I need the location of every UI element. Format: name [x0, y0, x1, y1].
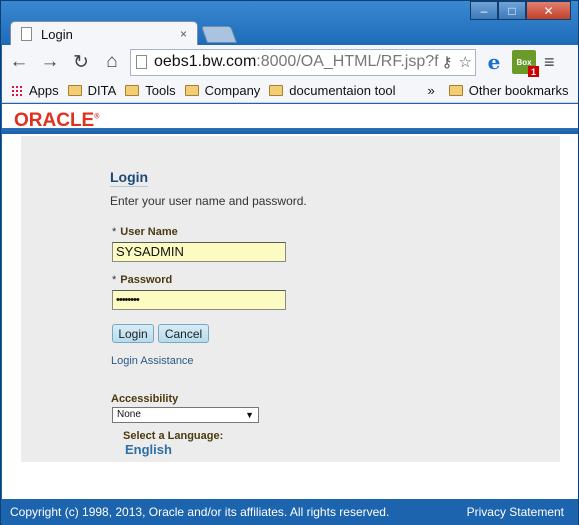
- page-icon: [136, 55, 147, 69]
- close-window-button[interactable]: ✕: [526, 1, 571, 20]
- maximize-button[interactable]: □: [498, 1, 526, 20]
- bookmark-label: Other bookmarks: [468, 83, 569, 98]
- bookmark-documentation-tool[interactable]: documentaion tool: [269, 83, 396, 98]
- bookmark-tools[interactable]: Tools: [125, 83, 176, 98]
- required-marker: *: [112, 226, 117, 238]
- back-arrow-icon[interactable]: ←: [5, 48, 33, 76]
- tab-title: Login: [41, 26, 73, 42]
- copyright-text: Copyright (c) 1998, 2013, Oracle and/or …: [10, 505, 390, 519]
- bookmark-label: documentaion tool: [289, 83, 396, 98]
- box-extension-badge: 1: [528, 66, 539, 77]
- bookmark-label: Apps: [29, 83, 59, 98]
- folder-icon: [125, 85, 140, 96]
- privacy-statement-link[interactable]: Privacy Statement: [467, 505, 564, 519]
- bookmark-company[interactable]: Company: [184, 83, 261, 98]
- accessibility-select[interactable]: None ▼: [112, 407, 259, 423]
- address-bar[interactable]: oebs1.bw.com:8000/OA_HTML/RF.jsp?fu ⚷ ☆: [130, 48, 476, 76]
- username-label: * User Name: [112, 226, 178, 238]
- bookmarks-overflow-icon[interactable]: »: [428, 83, 435, 98]
- new-tab-button[interactable]: [200, 26, 238, 43]
- reload-icon[interactable]: ↻: [67, 48, 95, 76]
- login-assistance-link[interactable]: Login Assistance: [111, 355, 194, 367]
- bookmark-dita[interactable]: DITA: [67, 83, 117, 98]
- home-icon[interactable]: ⌂: [98, 48, 126, 76]
- browser-toolbar: ← → ↻ ⌂ oebs1.bw.com:8000/OA_HTML/RF.jsp…: [2, 45, 578, 79]
- key-icon[interactable]: ⚷: [442, 53, 453, 71]
- browser-tab[interactable]: Login ×: [10, 21, 198, 46]
- menu-icon[interactable]: ≡: [544, 52, 555, 73]
- url-path: :8000/OA_HTML/RF.jsp?fu: [256, 53, 439, 70]
- title-bar: Login × – □ ✕: [1, 1, 578, 46]
- url-host: oebs1.bw.com: [154, 53, 257, 70]
- star-icon[interactable]: ☆: [459, 53, 472, 71]
- window-controls: – □ ✕: [470, 1, 571, 20]
- page-title: Login: [110, 169, 149, 187]
- browser-window: Login × – □ ✕ ← → ↻ ⌂ oebs1.bw.com:8000/…: [0, 0, 579, 525]
- folder-icon: [269, 85, 284, 96]
- accessibility-label: Accessibility: [111, 393, 179, 405]
- folder-icon: [184, 85, 199, 96]
- bookmarks-bar: Apps DITA Tools Company documentaion too…: [2, 79, 578, 103]
- bookmark-apps[interactable]: Apps: [11, 83, 59, 98]
- bookmark-label: Company: [204, 83, 261, 98]
- bookmark-label: Tools: [145, 83, 176, 98]
- page-viewport: ORACLE® Login Enter your user name and p…: [2, 104, 578, 499]
- bookmark-other[interactable]: Other bookmarks: [448, 83, 569, 98]
- password-label-text: Password: [120, 274, 173, 286]
- login-button[interactable]: Login: [112, 324, 154, 343]
- password-label: * Password: [112, 274, 172, 286]
- language-link-english[interactable]: English: [125, 442, 172, 457]
- accessibility-selected-value: None: [117, 409, 141, 420]
- folder-icon: [67, 85, 82, 96]
- cancel-button[interactable]: Cancel: [158, 324, 209, 343]
- language-label: Select a Language:: [123, 430, 224, 442]
- page-footer: Copyright (c) 1998, 2013, Oracle and/or …: [2, 499, 578, 525]
- required-marker: *: [112, 274, 117, 286]
- page-icon: [21, 27, 32, 41]
- box-extension-icon[interactable]: Box 1: [512, 50, 539, 77]
- tab-close-icon[interactable]: ×: [180, 27, 187, 41]
- instructions-text: Enter your user name and password.: [110, 194, 307, 208]
- bookmark-label: DITA: [87, 83, 117, 98]
- minimize-button[interactable]: –: [470, 1, 498, 20]
- login-panel: [21, 136, 560, 462]
- dropdown-arrow-icon: ▼: [245, 410, 254, 420]
- url-text[interactable]: oebs1.bw.com:8000/OA_HTML/RF.jsp?fu: [154, 53, 439, 71]
- forward-arrow-icon[interactable]: →: [36, 48, 64, 76]
- logo-mark: ®: [94, 113, 100, 121]
- username-input[interactable]: SYSADMIN: [112, 242, 286, 262]
- password-input[interactable]: ••••••••: [112, 290, 286, 310]
- folder-icon: [448, 85, 463, 96]
- ie-tab-extension-icon[interactable]: e: [482, 50, 506, 74]
- username-label-text: User Name: [120, 226, 178, 238]
- apps-grid-icon: [11, 84, 23, 97]
